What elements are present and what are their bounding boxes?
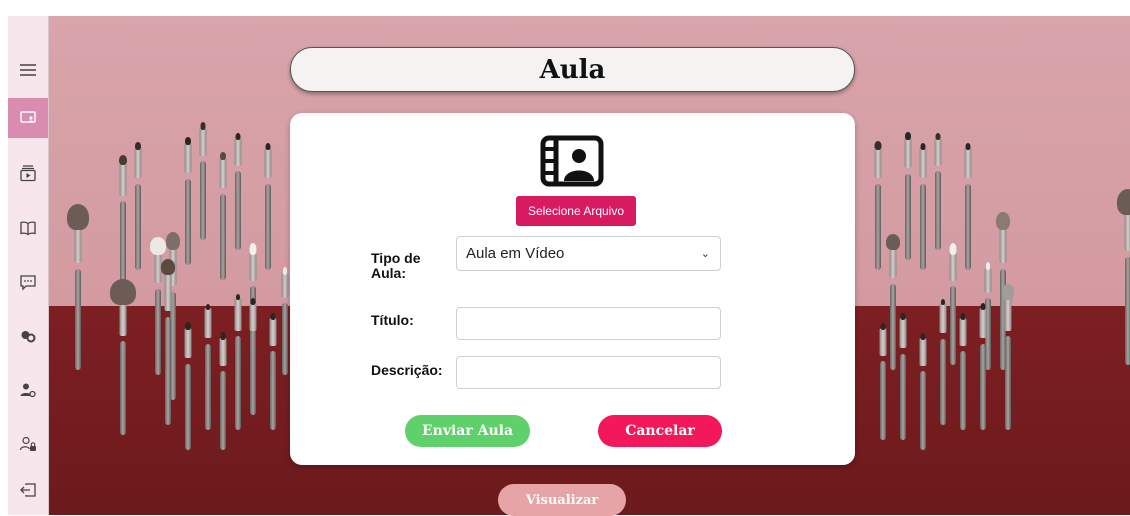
chevron-down-icon: ⌄ — [700, 248, 710, 260]
logout-icon — [20, 483, 36, 497]
user-settings-icon — [20, 383, 36, 398]
view-button[interactable]: Visualizar — [498, 484, 626, 516]
lesson-type-select[interactable]: Aula em Vídeo ⌄ — [456, 236, 721, 271]
sidebar-item-community[interactable] — [8, 316, 48, 356]
sidebar — [8, 16, 49, 515]
title-label: Título: — [371, 312, 414, 328]
description-input[interactable] — [456, 356, 721, 389]
brush-decoration — [258, 313, 288, 430]
cancel-button[interactable]: Cancelar — [598, 415, 722, 447]
video-playlist-icon — [20, 165, 36, 182]
lesson-form-card: Selecione Arquivo Tipo de Aula: Aula em … — [290, 113, 855, 465]
description-label: Descrição: — [371, 362, 443, 378]
menu-icon — [20, 64, 36, 76]
select-file-button[interactable]: Selecione Arquivo — [516, 196, 636, 226]
send-lesson-button[interactable]: Enviar Aula — [405, 415, 530, 447]
brush-decoration — [253, 143, 283, 270]
brush-decoration — [923, 133, 953, 250]
community-icon — [21, 331, 36, 343]
brush-decoration — [993, 284, 1023, 430]
brush-decoration — [223, 133, 253, 250]
video-user-icon — [540, 135, 604, 187]
sidebar-item-account[interactable] — [8, 424, 48, 464]
brush-decoration — [108, 279, 138, 435]
title-input[interactable] — [456, 307, 721, 340]
lesson-type-label: Tipo de Aula: — [371, 250, 421, 281]
sidebar-item-videos[interactable] — [8, 153, 48, 193]
sidebar-item-chat[interactable] — [8, 262, 48, 302]
sidebar-item-lessons[interactable] — [8, 98, 48, 138]
page-title: Aula — [539, 54, 606, 85]
top-bar — [0, 0, 1130, 16]
page-title-bar: Aula — [290, 47, 855, 92]
brush-decoration — [953, 143, 983, 270]
sidebar-item-user-settings[interactable] — [8, 370, 48, 410]
lesson-screen-icon — [20, 111, 36, 123]
sidebar-item-library[interactable] — [8, 208, 48, 248]
lesson-type-value: Aula em Vídeo — [466, 245, 565, 262]
brush-decoration — [63, 204, 93, 370]
sidebar-item-menu[interactable] — [8, 50, 48, 90]
sidebar-item-logout[interactable] — [8, 470, 48, 510]
chat-icon — [20, 275, 36, 291]
user-lock-icon — [19, 436, 36, 451]
brush-decoration — [1113, 189, 1130, 365]
book-icon — [20, 221, 36, 236]
